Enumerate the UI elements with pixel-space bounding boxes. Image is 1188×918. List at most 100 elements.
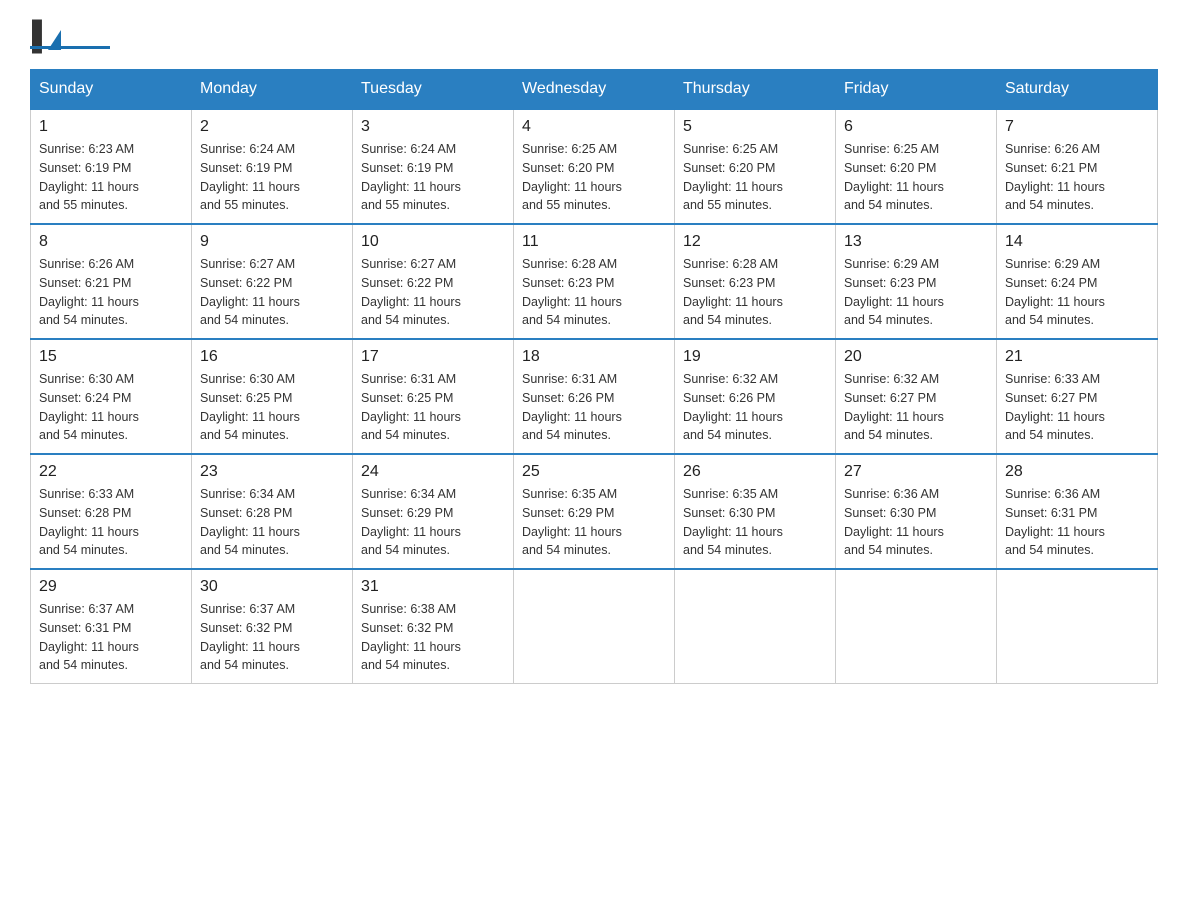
day-info: Sunrise: 6:28 AMSunset: 6:23 PMDaylight:… [683, 255, 827, 330]
day-info: Sunrise: 6:32 AMSunset: 6:27 PMDaylight:… [844, 370, 988, 445]
day-number: 23 [200, 463, 344, 481]
day-cell-22: 22 Sunrise: 6:33 AMSunset: 6:28 PMDayligh… [31, 454, 192, 569]
day-info: Sunrise: 6:35 AMSunset: 6:30 PMDaylight:… [683, 485, 827, 560]
day-cell-14: 14 Sunrise: 6:29 AMSunset: 6:24 PMDayligh… [997, 224, 1158, 339]
day-cell-7: 7 Sunrise: 6:26 AMSunset: 6:21 PMDaylight… [997, 109, 1158, 224]
day-cell-15: 15 Sunrise: 6:30 AMSunset: 6:24 PMDayligh… [31, 339, 192, 454]
week-row-1: 1 Sunrise: 6:23 AMSunset: 6:19 PMDaylight… [31, 109, 1158, 224]
header-wednesday: Wednesday [514, 70, 675, 110]
day-number: 24 [361, 463, 505, 481]
day-cell-12: 12 Sunrise: 6:28 AMSunset: 6:23 PMDayligh… [675, 224, 836, 339]
day-info: Sunrise: 6:25 AMSunset: 6:20 PMDaylight:… [683, 140, 827, 215]
day-number: 2 [200, 118, 344, 136]
day-cell-27: 27 Sunrise: 6:36 AMSunset: 6:30 PMDayligh… [836, 454, 997, 569]
header-monday: Monday [192, 70, 353, 110]
day-info: Sunrise: 6:25 AMSunset: 6:20 PMDaylight:… [844, 140, 988, 215]
day-cell-1: 1 Sunrise: 6:23 AMSunset: 6:19 PMDaylight… [31, 109, 192, 224]
day-info: Sunrise: 6:37 AMSunset: 6:32 PMDaylight:… [200, 600, 344, 675]
day-number: 12 [683, 233, 827, 251]
day-cell-6: 6 Sunrise: 6:25 AMSunset: 6:20 PMDaylight… [836, 109, 997, 224]
day-cell-8: 8Sunrise: 6:26 AMSunset: 6:21 PMDaylight… [31, 224, 192, 339]
calendar-table: SundayMondayTuesdayWednesdayThursdayFrid… [30, 69, 1158, 684]
day-number: 10 [361, 233, 505, 251]
day-number: 8 [39, 233, 183, 251]
day-number: 22 [39, 463, 183, 481]
day-number: 18 [522, 348, 666, 366]
day-number: 31 [361, 578, 505, 596]
day-info: Sunrise: 6:32 AMSunset: 6:26 PMDaylight:… [683, 370, 827, 445]
logo-underline [30, 46, 110, 49]
day-cell-25: 25 Sunrise: 6:35 AMSunset: 6:29 PMDayligh… [514, 454, 675, 569]
day-info: Sunrise: 6:37 AMSunset: 6:31 PMDaylight:… [39, 600, 183, 675]
day-info: Sunrise: 6:24 AMSunset: 6:19 PMDaylight:… [200, 140, 344, 215]
day-info: Sunrise: 6:33 AMSunset: 6:28 PMDaylight:… [39, 485, 183, 560]
day-number: 13 [844, 233, 988, 251]
day-cell-11: 11 Sunrise: 6:28 AMSunset: 6:23 PMDayligh… [514, 224, 675, 339]
day-info: Sunrise: 6:29 AMSunset: 6:23 PMDaylight:… [844, 255, 988, 330]
day-cell-30: 30 Sunrise: 6:37 AMSunset: 6:32 PMDayligh… [192, 569, 353, 684]
header-friday: Friday [836, 70, 997, 110]
day-cell-18: 18 Sunrise: 6:31 AMSunset: 6:26 PMDayligh… [514, 339, 675, 454]
empty-cell [836, 569, 997, 684]
header-thursday: Thursday [675, 70, 836, 110]
day-info: Sunrise: 6:27 AMSunset: 6:22 PMDaylight:… [361, 255, 505, 330]
day-cell-20: 20 Sunrise: 6:32 AMSunset: 6:27 PMDayligh… [836, 339, 997, 454]
day-cell-28: 28Sunrise: 6:36 AMSunset: 6:31 PMDayligh… [997, 454, 1158, 569]
day-info: Sunrise: 6:38 AMSunset: 6:32 PMDaylight:… [361, 600, 505, 675]
day-number: 25 [522, 463, 666, 481]
day-info: Sunrise: 6:28 AMSunset: 6:23 PMDaylight:… [522, 255, 666, 330]
day-info: Sunrise: 6:31 AMSunset: 6:25 PMDaylight:… [361, 370, 505, 445]
day-cell-24: 24 Sunrise: 6:34 AMSunset: 6:29 PMDayligh… [353, 454, 514, 569]
header-sunday: Sunday [31, 70, 192, 110]
week-row-4: 22 Sunrise: 6:33 AMSunset: 6:28 PMDayligh… [31, 454, 1158, 569]
day-cell-31: 31 Sunrise: 6:38 AMSunset: 6:32 PMDayligh… [353, 569, 514, 684]
week-row-3: 15 Sunrise: 6:30 AMSunset: 6:24 PMDayligh… [31, 339, 1158, 454]
day-info: Sunrise: 6:35 AMSunset: 6:29 PMDaylight:… [522, 485, 666, 560]
day-number: 7 [1005, 118, 1149, 136]
day-cell-13: 13 Sunrise: 6:29 AMSunset: 6:23 PMDayligh… [836, 224, 997, 339]
day-info: Sunrise: 6:24 AMSunset: 6:19 PMDaylight:… [361, 140, 505, 215]
day-number: 9 [200, 233, 344, 251]
header-saturday: Saturday [997, 70, 1158, 110]
day-info: Sunrise: 6:26 AMSunset: 6:21 PMDaylight:… [1005, 140, 1149, 215]
day-cell-9: 9Sunrise: 6:27 AMSunset: 6:22 PMDaylight… [192, 224, 353, 339]
day-cell-2: 2 Sunrise: 6:24 AMSunset: 6:19 PMDaylight… [192, 109, 353, 224]
day-number: 5 [683, 118, 827, 136]
day-number: 20 [844, 348, 988, 366]
logo: ▌ [30, 20, 110, 49]
week-row-2: 8Sunrise: 6:26 AMSunset: 6:21 PMDaylight… [31, 224, 1158, 339]
day-number: 17 [361, 348, 505, 366]
day-info: Sunrise: 6:29 AMSunset: 6:24 PMDaylight:… [1005, 255, 1149, 330]
day-cell-16: 16Sunrise: 6:30 AMSunset: 6:25 PMDayligh… [192, 339, 353, 454]
day-number: 30 [200, 578, 344, 596]
empty-cell [997, 569, 1158, 684]
day-info: Sunrise: 6:30 AMSunset: 6:25 PMDaylight:… [200, 370, 344, 445]
day-info: Sunrise: 6:34 AMSunset: 6:29 PMDaylight:… [361, 485, 505, 560]
day-info: Sunrise: 6:30 AMSunset: 6:24 PMDaylight:… [39, 370, 183, 445]
day-number: 4 [522, 118, 666, 136]
day-number: 21 [1005, 348, 1149, 366]
day-cell-29: 29Sunrise: 6:37 AMSunset: 6:31 PMDayligh… [31, 569, 192, 684]
day-info: Sunrise: 6:33 AMSunset: 6:27 PMDaylight:… [1005, 370, 1149, 445]
day-number: 14 [1005, 233, 1149, 251]
day-info: Sunrise: 6:23 AMSunset: 6:19 PMDaylight:… [39, 140, 183, 215]
day-info: Sunrise: 6:36 AMSunset: 6:30 PMDaylight:… [844, 485, 988, 560]
day-info: Sunrise: 6:34 AMSunset: 6:28 PMDaylight:… [200, 485, 344, 560]
day-cell-3: 3Sunrise: 6:24 AMSunset: 6:19 PMDaylight… [353, 109, 514, 224]
day-number: 1 [39, 118, 183, 136]
calendar-header-row: SundayMondayTuesdayWednesdayThursdayFrid… [31, 70, 1158, 110]
day-number: 27 [844, 463, 988, 481]
day-number: 6 [844, 118, 988, 136]
day-cell-5: 5 Sunrise: 6:25 AMSunset: 6:20 PMDaylight… [675, 109, 836, 224]
day-cell-4: 4 Sunrise: 6:25 AMSunset: 6:20 PMDaylight… [514, 109, 675, 224]
empty-cell [514, 569, 675, 684]
day-number: 26 [683, 463, 827, 481]
day-info: Sunrise: 6:36 AMSunset: 6:31 PMDaylight:… [1005, 485, 1149, 560]
day-info: Sunrise: 6:25 AMSunset: 6:20 PMDaylight:… [522, 140, 666, 215]
day-cell-26: 26 Sunrise: 6:35 AMSunset: 6:30 PMDayligh… [675, 454, 836, 569]
day-cell-23: 23 Sunrise: 6:34 AMSunset: 6:28 PMDayligh… [192, 454, 353, 569]
day-number: 15 [39, 348, 183, 366]
day-number: 11 [522, 233, 666, 251]
day-cell-21: 21 Sunrise: 6:33 AMSunset: 6:27 PMDayligh… [997, 339, 1158, 454]
day-info: Sunrise: 6:31 AMSunset: 6:26 PMDaylight:… [522, 370, 666, 445]
